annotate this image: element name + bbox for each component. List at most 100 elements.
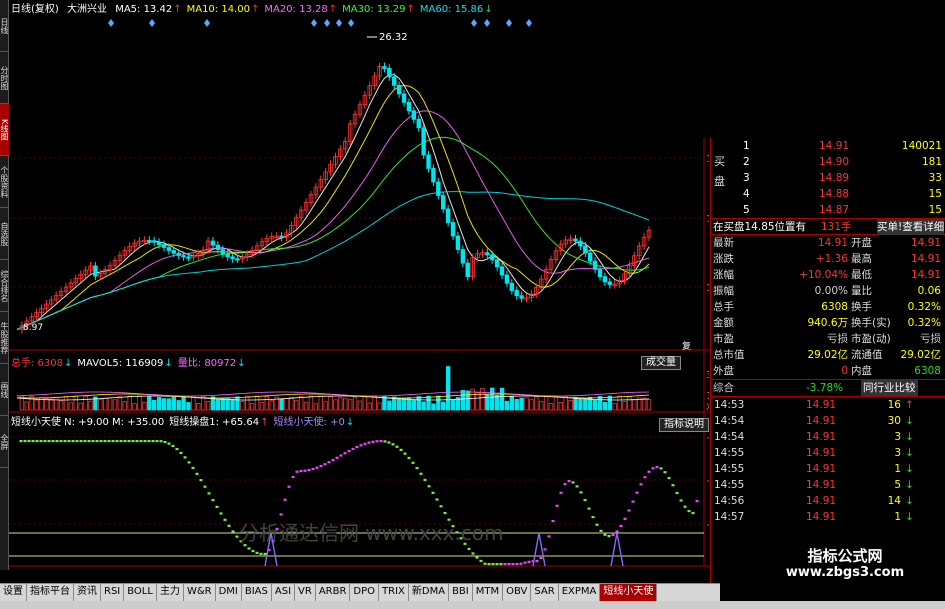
ma-label: MA5: 13.42 <box>115 4 173 15</box>
kline-chart-area[interactable]: 19.45 15.54 11.59 26.32 8.97 复 37429 18714X10 +1… <box>9 0 709 570</box>
indicator-tick <box>567 480 571 483</box>
quote-row: 涨幅 +10.04% 最低 14.91 <box>713 269 941 281</box>
bottom-tab[interactable]: 设置 <box>0 584 27 601</box>
bottom-tab[interactable]: MTM <box>472 584 504 601</box>
indicator-label: 短线小天使: +0 <box>273 417 345 428</box>
indicator-tick <box>439 505 443 508</box>
candle <box>186 256 191 259</box>
indicator-help-button[interactable]: 指标说明 <box>659 418 709 432</box>
indicator-tick <box>183 456 187 459</box>
industry-compare-button[interactable]: 同行业比较 <box>861 380 918 396</box>
indicator-tick <box>115 440 119 443</box>
indicator-spike <box>532 532 546 567</box>
left-tab[interactable]: 自选股 <box>0 208 9 260</box>
left-tab[interactable]: 牛股推荐 <box>0 312 9 364</box>
left-vertical-tabs: 日线 分时图 K线图 个股资料 自选股 综合排名 牛股推荐 画线 全屏 <box>0 0 9 570</box>
indicator-tick <box>511 563 515 566</box>
indicator-tick <box>599 529 603 532</box>
volume-label: 量比: 80972 <box>177 358 237 369</box>
indicator-tick <box>95 440 99 443</box>
volume-bar <box>543 395 549 411</box>
volume-bar <box>318 395 323 411</box>
bottom-tab[interactable]: RSI <box>101 584 125 601</box>
chart-canvas: 19.45 15.54 11.59 26.32 8.97 复 37429 18714X10 +1… <box>9 19 709 567</box>
bottom-tab[interactable]: ASI <box>271 584 296 601</box>
status-bar <box>0 601 945 609</box>
left-tab[interactable]: 画线 <box>0 364 9 416</box>
candle <box>436 181 441 196</box>
bottom-tab[interactable]: EXPMA <box>558 584 601 601</box>
indicator-tick <box>387 441 391 444</box>
indicator-tick <box>67 440 71 443</box>
signal-diamond <box>108 19 114 27</box>
volume-bar <box>205 401 211 411</box>
signal-diamond <box>471 19 477 27</box>
indicator-tick <box>667 476 671 480</box>
volume-bar <box>450 399 456 411</box>
candle <box>156 241 162 245</box>
bottom-tab[interactable]: DPO <box>350 584 380 601</box>
volume-bar <box>235 396 240 411</box>
bottom-tab[interactable]: 指标平台 <box>27 584 74 601</box>
indicator-tick <box>163 440 167 444</box>
bottom-tab[interactable]: ARBR <box>315 584 351 601</box>
indicator-tick <box>215 505 219 508</box>
bottom-tab[interactable]: TRIX <box>379 584 409 601</box>
indicator-tick <box>307 468 311 472</box>
indicator-tick <box>295 470 299 473</box>
left-tab[interactable]: 个股资料 <box>0 156 9 208</box>
indicator-tick <box>167 442 171 445</box>
indicator-tick <box>639 483 643 486</box>
indicator-header: 短线小天使 N: +9.00 M: +35.00 短线操盘1: +65.64↑ 短线… <box>11 416 359 430</box>
left-tab[interactable]: K线图 <box>0 104 9 156</box>
bottom-tab[interactable]: DMI <box>215 584 242 601</box>
bottom-tab[interactable]: 短线小天使 <box>600 584 658 601</box>
indicator-tick <box>619 524 623 528</box>
volume-bar <box>107 397 113 411</box>
bottom-tab[interactable]: BOLL <box>124 584 157 601</box>
bottom-tab[interactable]: SAR <box>531 584 559 601</box>
indicator-tick <box>99 440 103 443</box>
bottom-tab[interactable]: BIAS <box>241 584 272 601</box>
volume-button[interactable]: 成交量 <box>641 356 681 370</box>
indicator-tick <box>327 461 331 464</box>
order-detail-button[interactable]: 买单!查看详细 <box>877 219 945 235</box>
indicator-tick <box>503 563 507 566</box>
volume-bar <box>323 401 328 411</box>
candle <box>406 101 412 112</box>
bottom-tab[interactable]: 资讯 <box>74 584 101 601</box>
indicator-arrow: ↓ <box>345 417 355 428</box>
candle <box>421 127 426 156</box>
signal-diamond <box>336 19 342 27</box>
bottom-tab[interactable]: W&R <box>183 584 216 601</box>
bottom-tab[interactable]: BBI <box>449 584 473 601</box>
indicator-tick <box>647 470 651 473</box>
indicator-tick <box>195 472 199 475</box>
volume-bar <box>524 397 529 411</box>
left-tab[interactable]: 分时图 <box>0 52 9 104</box>
candle <box>519 295 524 299</box>
bottom-tab[interactable]: 新DMA <box>408 584 450 601</box>
volume-bar <box>416 396 421 411</box>
candle <box>181 255 186 258</box>
ma-label: MA30: 13.29 <box>342 4 406 15</box>
ma-arrow: ↑ <box>173 4 182 15</box>
indicator-tick <box>255 551 259 554</box>
indicator-tick <box>139 440 143 443</box>
left-tab[interactable]: 全屏 <box>0 416 9 468</box>
bottom-tab[interactable]: 主力 <box>156 584 184 601</box>
volume-bar <box>460 390 466 411</box>
indicator-tick <box>631 500 635 503</box>
bottom-tab[interactable]: VR <box>295 584 316 601</box>
bottom-tab[interactable]: OBV <box>503 584 532 601</box>
indicator-tick <box>491 563 495 566</box>
candle <box>416 118 421 129</box>
left-tab[interactable]: 日线 <box>0 0 9 52</box>
left-tab[interactable]: 综合排名 <box>0 260 9 312</box>
indicator-tick <box>279 513 283 516</box>
volume-bar <box>215 399 221 411</box>
indicator-tick <box>171 444 175 448</box>
indicator-tick <box>283 498 287 501</box>
indicator-tick <box>507 563 511 566</box>
ma-line <box>16 191 650 330</box>
